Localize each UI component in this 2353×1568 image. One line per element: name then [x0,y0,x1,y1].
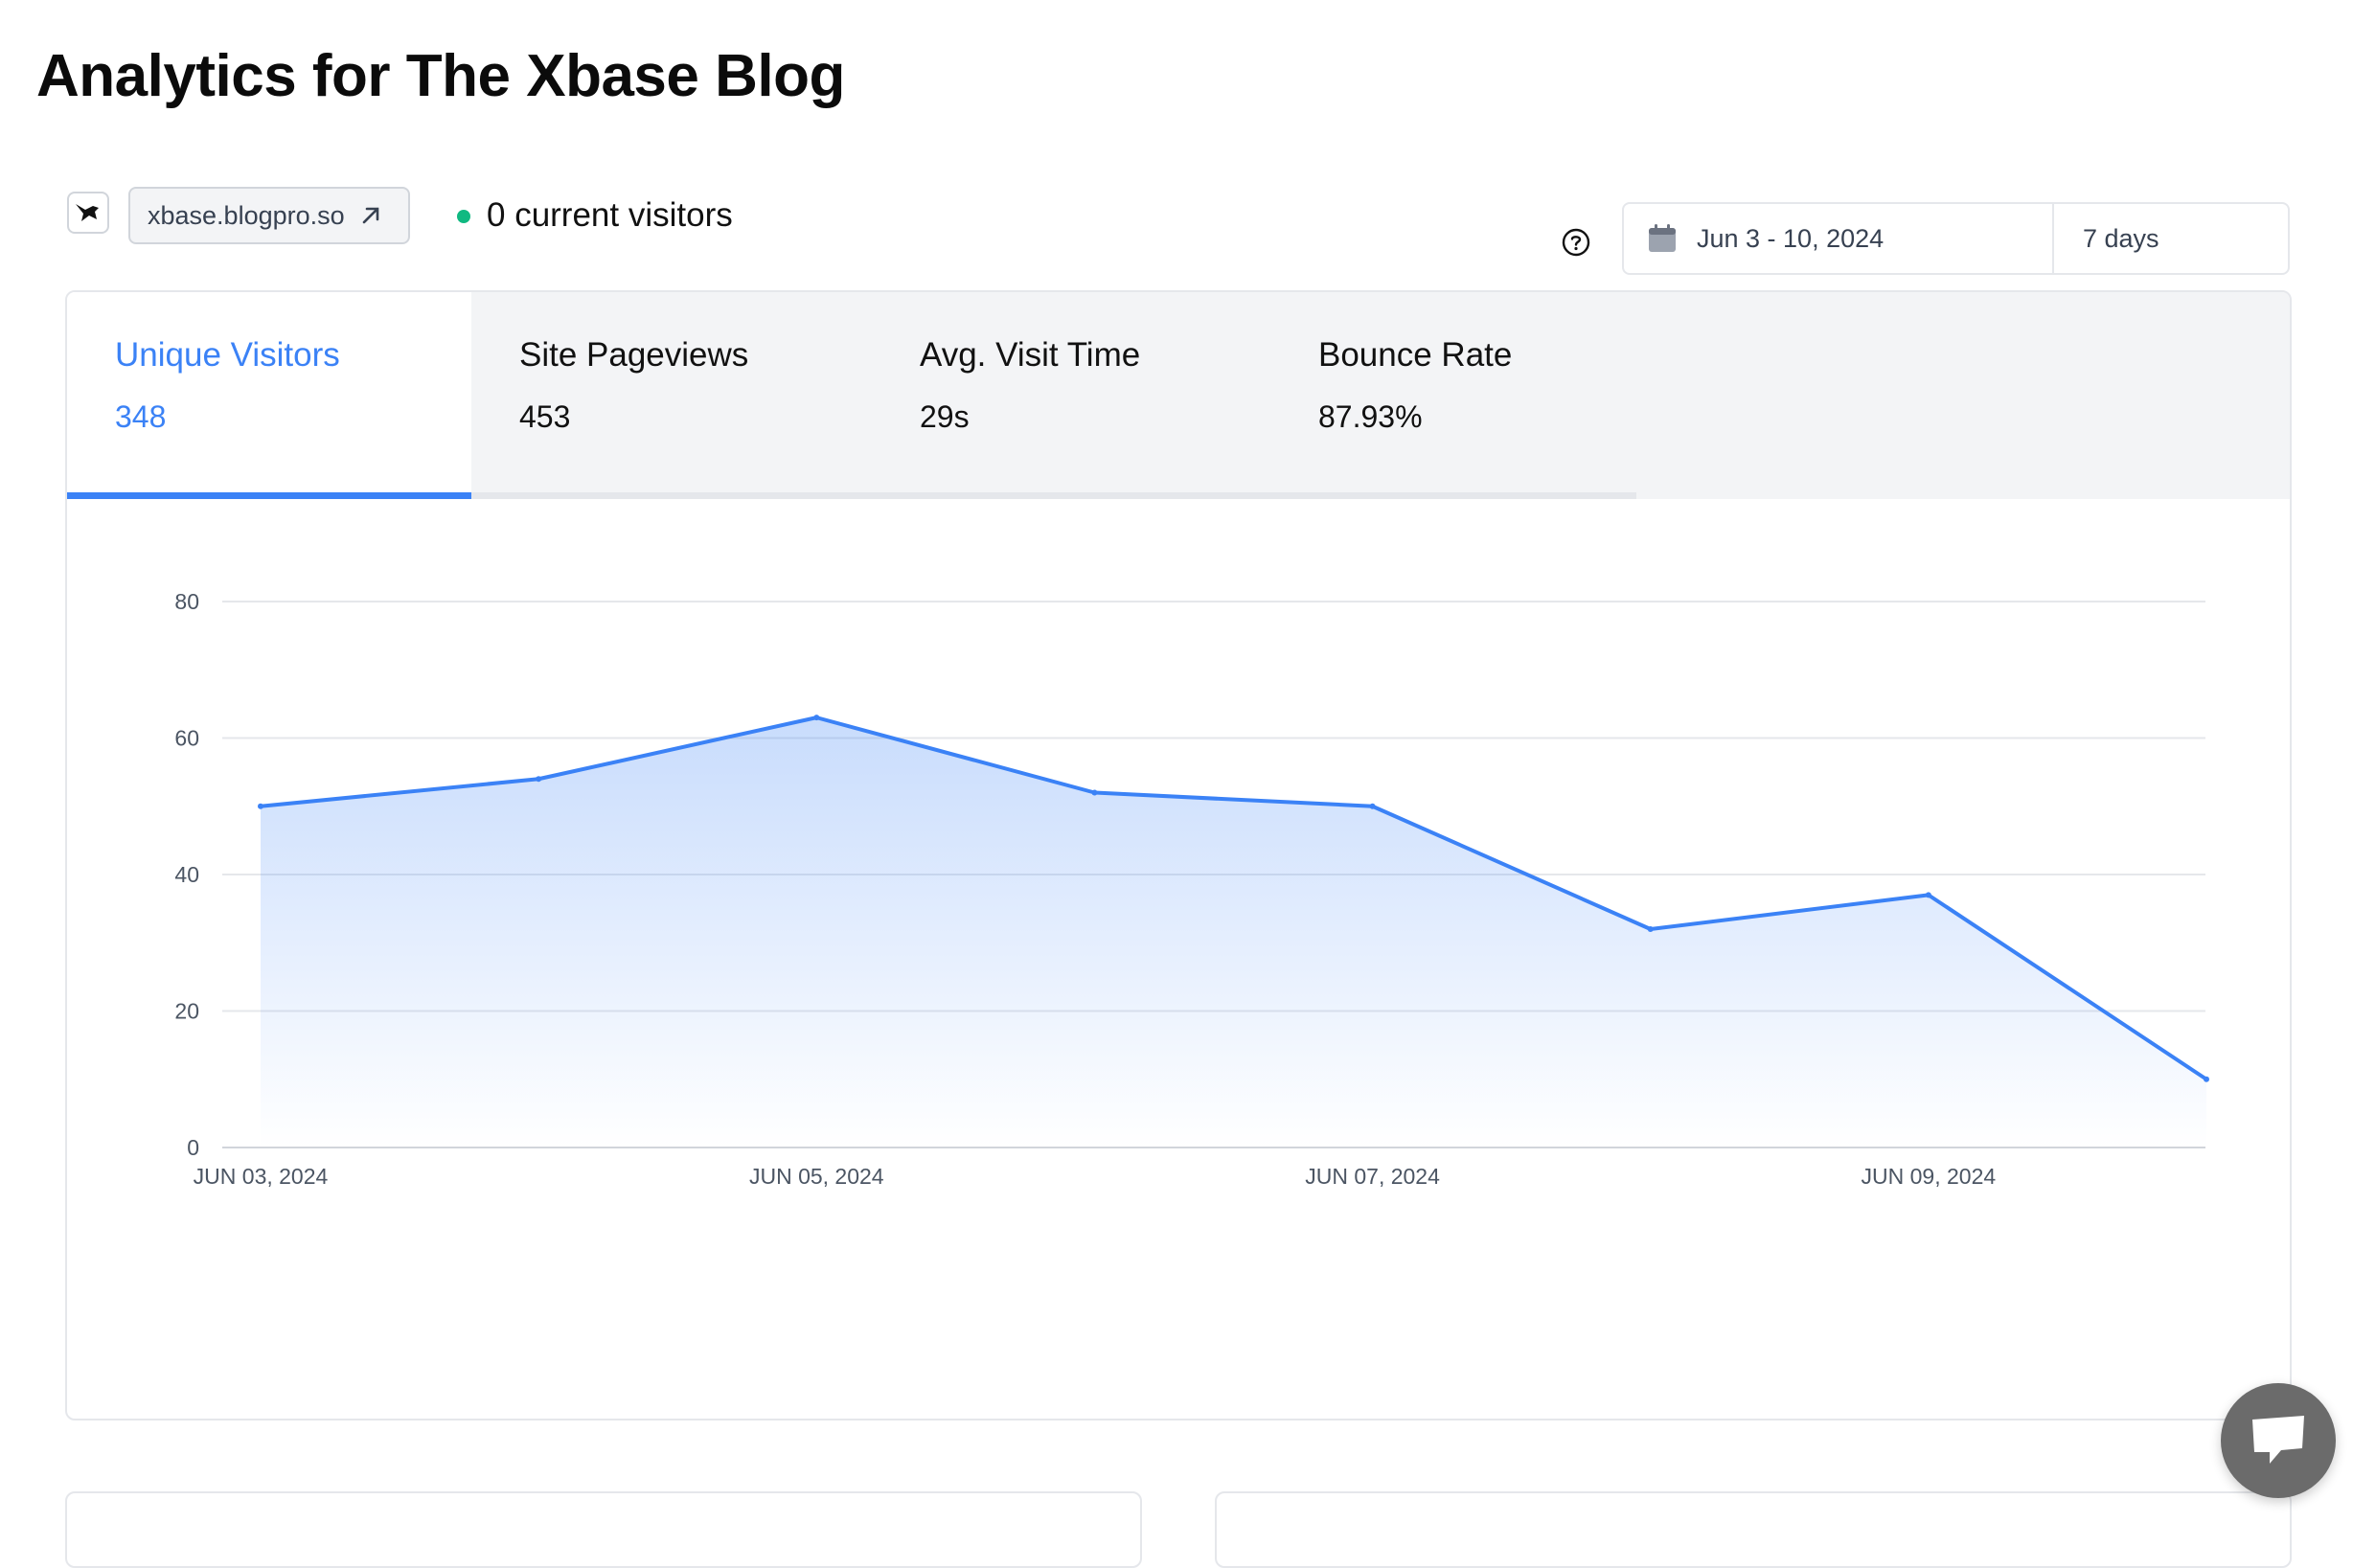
bird-logo-icon [76,204,99,221]
y-tick-label: 60 [174,726,199,751]
current-visitors-text: 0 current visitors [487,196,733,234]
data-point[interactable] [1369,803,1376,809]
question-circle-icon[interactable] [1561,227,1591,258]
analytics-card: Unique Visitors 348 Site Pageviews 453 A… [65,290,2292,1420]
data-point[interactable] [2204,1076,2209,1082]
y-tick-label: 80 [174,589,199,614]
live-status-dot [457,210,470,223]
site-domain: xbase.blogpro.so [148,200,345,230]
bottom-panel-right [1215,1491,2292,1568]
y-tick-label: 0 [187,1135,199,1160]
date-range-label: Jun 3 - 10, 2024 [1697,223,1885,253]
date-range-picker[interactable]: Jun 3 - 10, 2024 [1624,204,2054,273]
data-point[interactable] [813,715,820,721]
data-point[interactable] [1647,926,1654,932]
data-point[interactable] [1925,892,1931,898]
date-preset-label: 7 days [2083,223,2159,253]
chat-bubble-icon [2252,1416,2304,1464]
visitors-area-chart: 0 20 40 60 80 JUN 03, 2024 JUN 05, 2024 JUN 07… [174,589,2209,1189]
x-tick-label: JUN 05, 2024 [749,1164,884,1189]
date-preset-select[interactable]: 7 days [2054,204,2288,273]
calendar-icon [1647,223,1678,254]
site-logo-icon [67,192,109,234]
date-filter: Jun 3 - 10, 2024 7 days [1622,202,2290,275]
y-tick-label: 40 [174,862,199,887]
arrow-up-right-icon [358,203,383,228]
y-tick-label: 20 [174,999,199,1024]
x-tick-label: JUN 09, 2024 [1862,1164,1997,1189]
series-area [261,717,2206,1148]
site-link[interactable]: xbase.blogpro.so [128,187,410,244]
x-tick-label: JUN 07, 2024 [1305,1164,1440,1189]
data-point[interactable] [258,803,263,809]
x-tick-label: JUN 03, 2024 [194,1164,329,1189]
chat-button[interactable] [2221,1383,2336,1498]
data-point[interactable] [536,776,542,783]
page-title: Analytics for The Xbase Blog [36,43,845,109]
bottom-panel-left [65,1491,1142,1568]
data-point[interactable] [1091,789,1098,796]
